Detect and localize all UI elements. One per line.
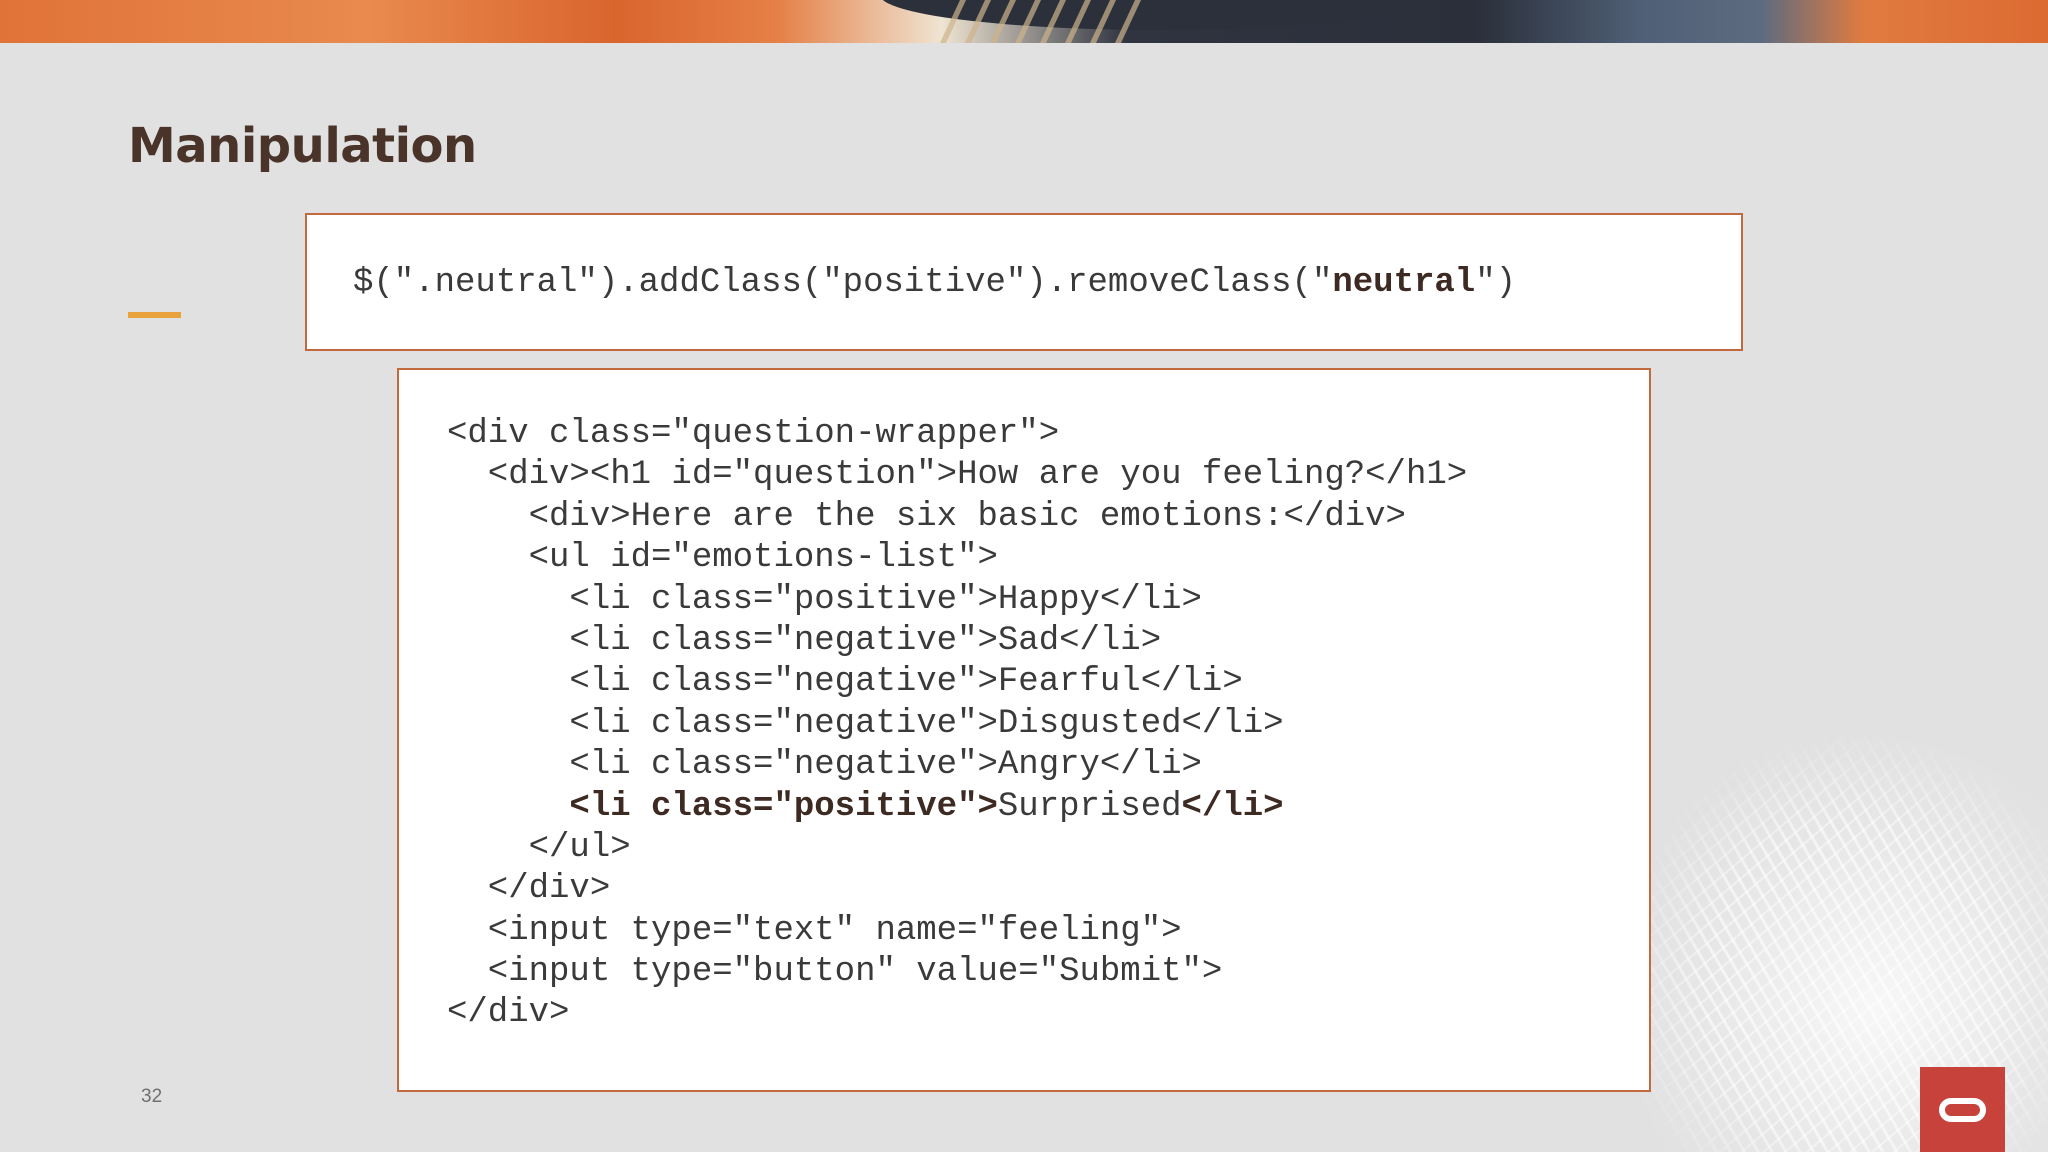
code-line-highlighted: <li class="positive">Surprised</li> [447, 787, 1467, 828]
code-segment: $(".neutral").addClass("positive").remov… [353, 264, 1333, 302]
code-segment-bold: <li class=" [569, 787, 794, 826]
code-line: <li class="negative">Angry</li> [447, 746, 1202, 785]
jquery-code-line: $(".neutral").addClass("positive").remov… [353, 260, 1516, 306]
code-line: <li class="negative">Disgusted</li> [447, 704, 1284, 743]
code-segment-bold: positive [793, 787, 958, 826]
top-banner-artwork [0, 0, 2048, 43]
code-segment: ") [1475, 264, 1516, 302]
code-line: <li class="negative">Sad</li> [447, 621, 1162, 660]
code-segment-bold: </li> [1181, 787, 1284, 826]
code-line: <li class="negative">Fearful</li> [447, 663, 1243, 702]
code-line: <ul id="emotions-list"> [447, 539, 998, 578]
code-segment-bold: "> [957, 787, 998, 826]
accent-bar [128, 312, 181, 318]
code-line: <input type="text" name="feeling"> [447, 911, 1182, 950]
html-code-box: <div class="question-wrapper"> <div><h1 … [397, 368, 1651, 1092]
banner-dark-shape [880, 0, 1440, 30]
oracle-logo [1920, 1067, 2005, 1152]
oracle-ring-icon [1939, 1098, 1986, 1122]
code-line: <div class="question-wrapper"> [447, 415, 1060, 453]
page-number: 32 [141, 1086, 163, 1107]
code-segment-bold: neutral [1332, 264, 1476, 302]
code-line: <li class="positive">Happy</li> [447, 580, 1202, 619]
html-code-lines: <div class="question-wrapper"> <div><h1 … [447, 414, 1467, 1035]
code-line: <input type="button" value="Submit"> [447, 953, 1223, 992]
jquery-code-box: $(".neutral").addClass("positive").remov… [305, 213, 1743, 351]
slide-title: Manipulation [128, 118, 477, 174]
code-line: </div> [447, 870, 611, 909]
code-line: <div><h1 id="question">How are you feeli… [447, 456, 1468, 495]
code-line: </div> [447, 994, 570, 1033]
code-line: <div>Here are the six basic emotions:</d… [447, 497, 1406, 536]
code-segment: Surprised [997, 787, 1182, 826]
code-line: </ul> [447, 828, 631, 867]
